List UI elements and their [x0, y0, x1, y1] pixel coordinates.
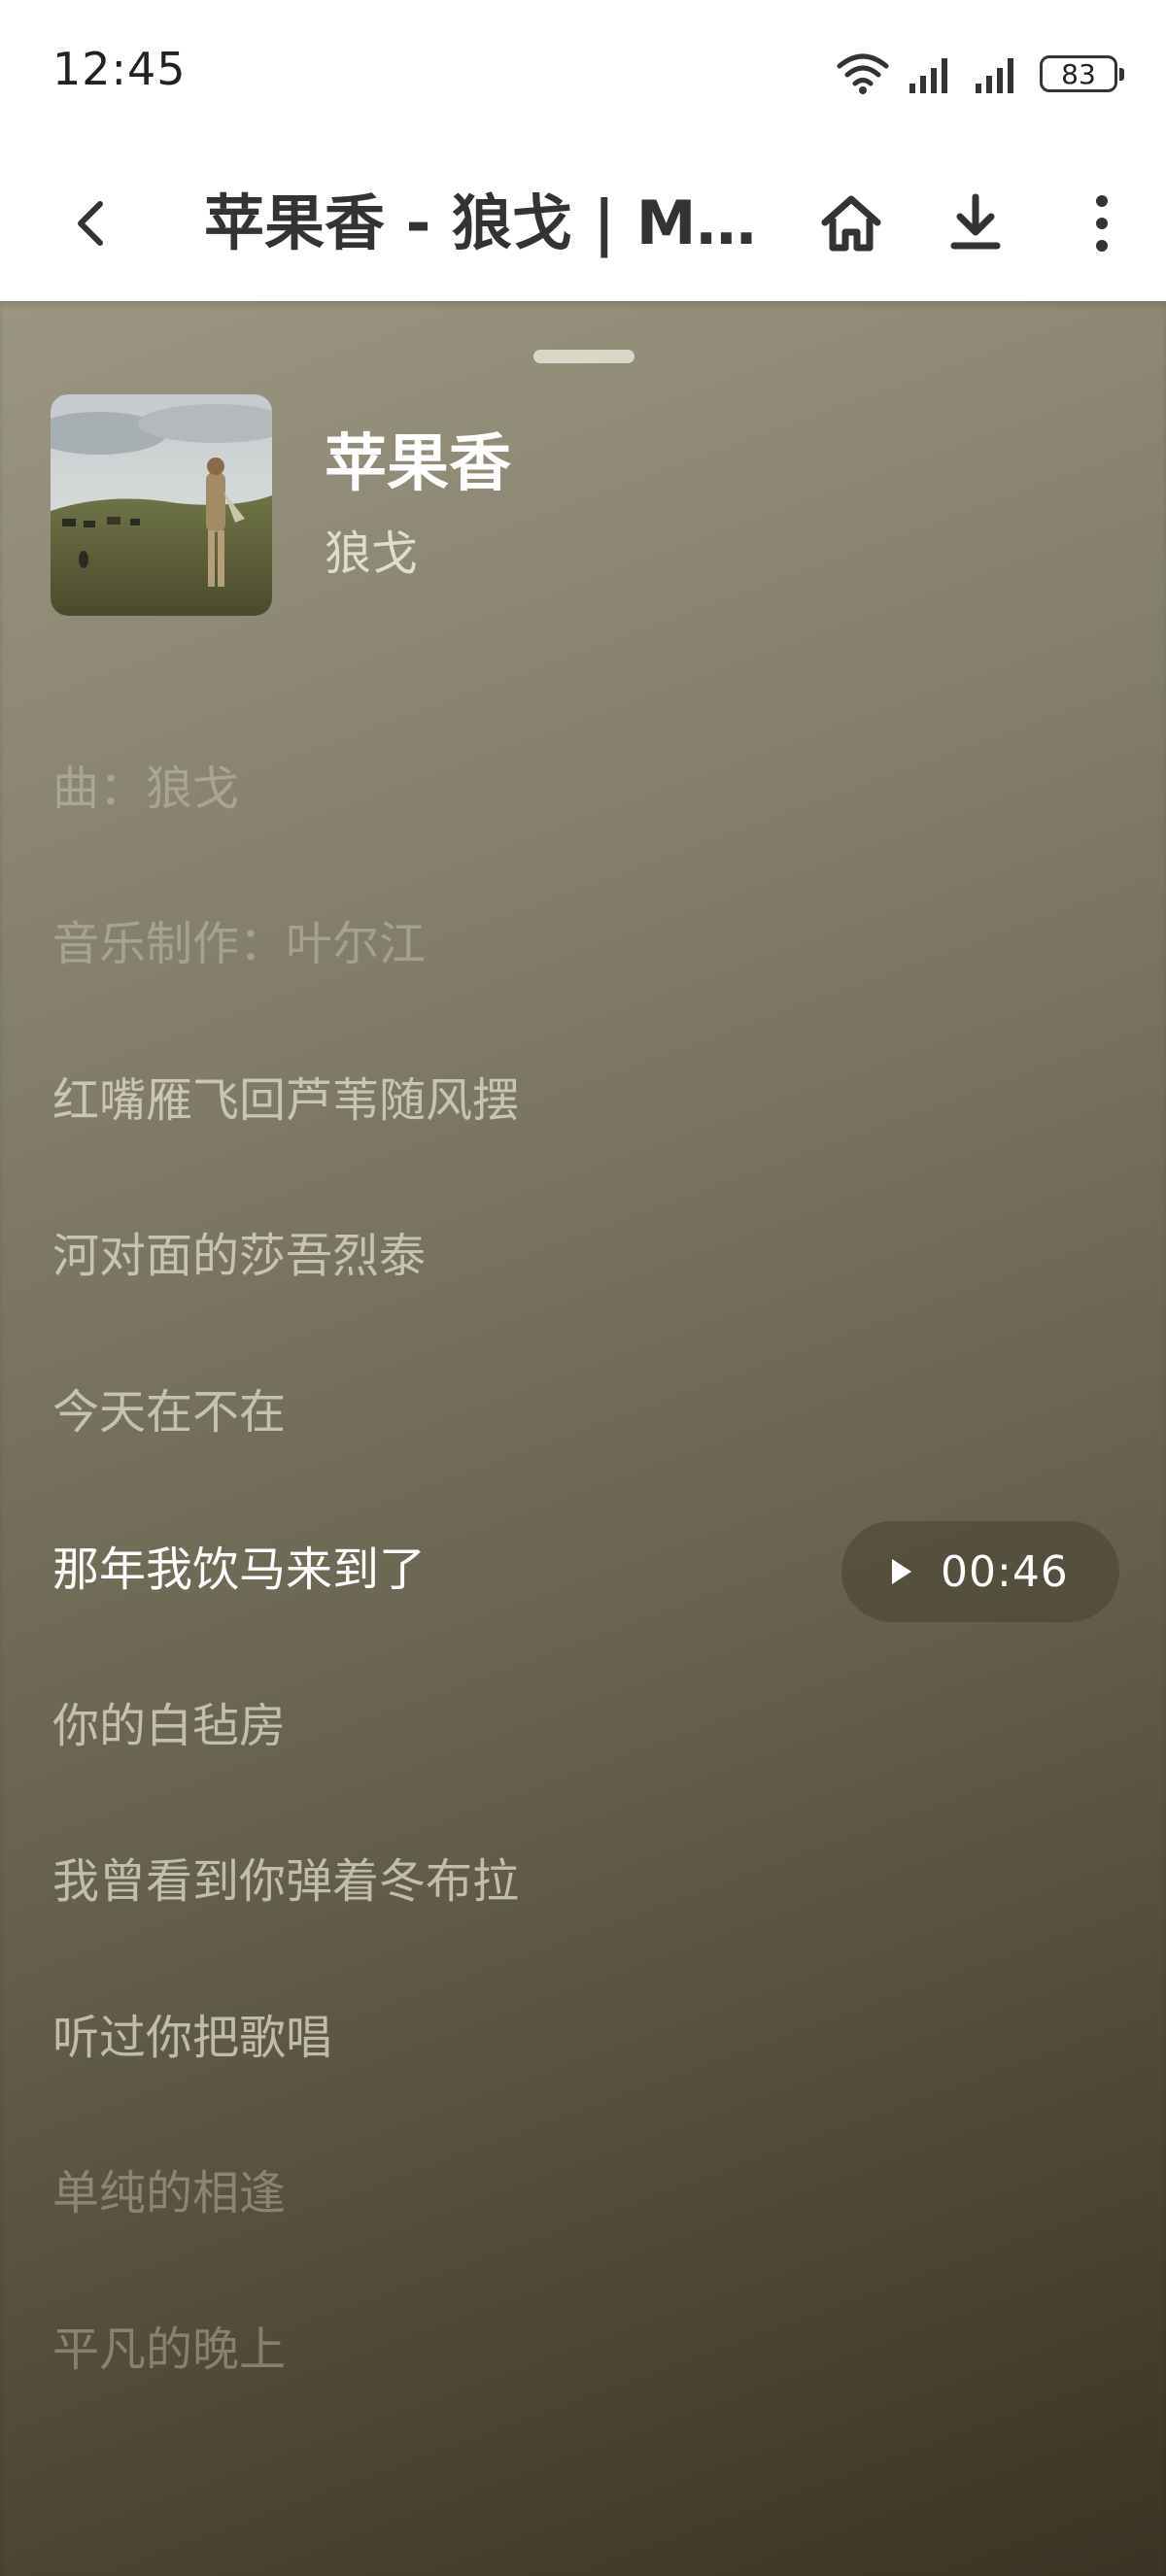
home-button[interactable] — [810, 183, 892, 264]
player-sheet: 苹果香 狼戈 曲：狼戈 音乐制作：叶尔江 红嘴雁飞回芦苇随风摆 河对面的莎吾烈泰… — [0, 301, 1166, 2576]
download-icon — [950, 193, 1001, 250]
play-icon — [892, 1559, 911, 1584]
lyric-line[interactable]: 我曾看到你弹着冬布拉 — [52, 1852, 519, 1911]
song-artist[interactable]: 狼戈 — [325, 515, 418, 583]
lyric-line[interactable]: 音乐制作：叶尔江 — [52, 915, 426, 973]
title-bar: 苹果香 - 狼戈 | My... — [0, 146, 1166, 301]
back-button[interactable] — [56, 186, 124, 260]
sheet-drag-handle[interactable] — [533, 350, 634, 363]
seek-to-line-button[interactable]: 00:46 — [841, 1521, 1119, 1622]
home-icon — [821, 195, 881, 252]
song-title: 苹果香 — [325, 428, 511, 500]
wifi-icon — [837, 53, 889, 94]
album-cover-image — [51, 394, 272, 616]
status-icons: 83 — [836, 51, 1124, 97]
signal-icon — [909, 58, 947, 93]
status-bar: 12:45 83 — [0, 0, 1166, 146]
seek-time: 00:46 — [941, 1546, 1069, 1597]
lyric-line[interactable]: 听过你把歌唱 — [52, 2009, 332, 2067]
more-options-button[interactable] — [1061, 183, 1143, 264]
battery-level: 83 — [1061, 57, 1096, 90]
lyric-line[interactable]: 单纯的相逢 — [52, 2164, 286, 2222]
lyric-line[interactable]: 红嘴雁飞回芦苇随风摆 — [52, 1071, 519, 1130]
download-button[interactable] — [935, 183, 1016, 264]
lyric-line[interactable]: 曲：狼戈 — [52, 760, 239, 818]
signal-icon-2 — [976, 58, 1013, 93]
more-vert-icon — [1096, 195, 1108, 252]
lyric-line[interactable]: 平凡的晚上 — [52, 2321, 286, 2379]
back-icon — [78, 201, 103, 246]
lyric-line[interactable]: 你的白毡房 — [52, 1697, 286, 1755]
lyric-line-active[interactable]: 那年我饮马来到了 — [52, 1541, 426, 1599]
status-time: 12:45 — [52, 43, 187, 95]
page-title: 苹果香 - 狼戈 | My... — [204, 187, 768, 258]
album-art[interactable] — [51, 394, 272, 616]
lyric-line[interactable]: 河对面的莎吾烈泰 — [52, 1227, 426, 1285]
battery-icon: 83 — [1040, 55, 1124, 92]
lyric-line[interactable]: 今天在不在 — [52, 1383, 286, 1441]
